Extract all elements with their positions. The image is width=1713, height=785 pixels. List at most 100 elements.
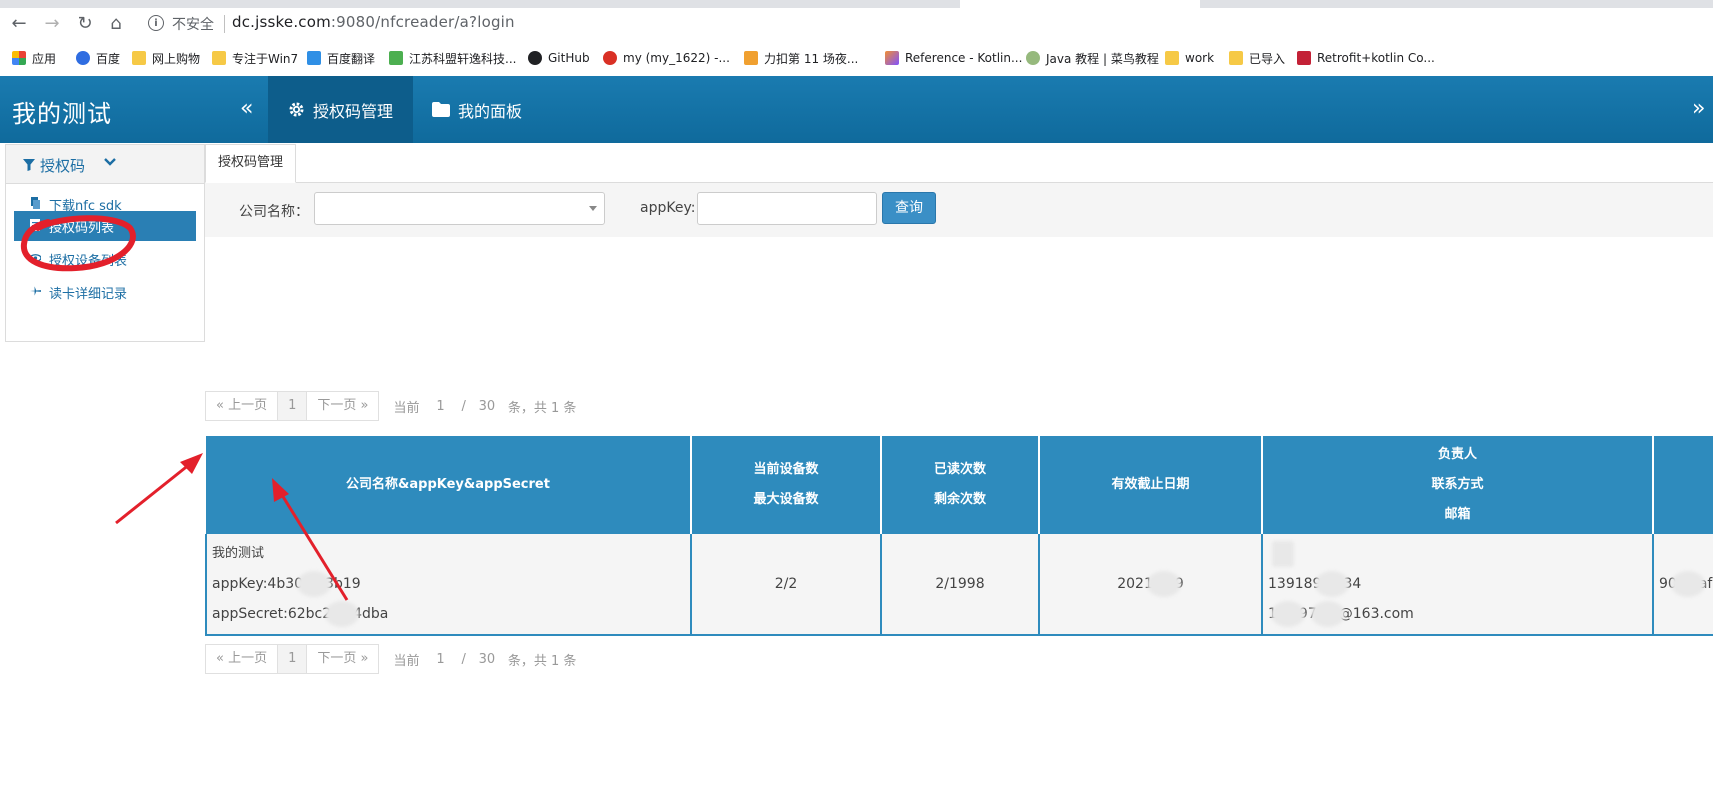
page-number-button[interactable]: 1: [278, 391, 308, 421]
bookmark-imported[interactable]: 已导入: [1229, 49, 1285, 67]
search-bar: 公司名称： appKey: 查询: [205, 183, 1713, 237]
pagination-top: « 上一页 1 下一页 » 当前 1 / 30 条，共 1 条: [205, 391, 580, 421]
collapse-right-icon[interactable]: »: [1692, 96, 1705, 121]
pager-size-input[interactable]: 30: [474, 399, 500, 414]
bookmark-label: 专注于Win7: [232, 51, 299, 66]
email-line: 197@163.com: [1268, 599, 1652, 629]
pager-info: 当前 1 / 30 条，共 1 条: [389, 650, 580, 669]
leetcode-icon: [744, 51, 758, 65]
sidebar-item-read-records[interactable]: 读卡详细记录: [14, 277, 196, 307]
nav-auth-code-management[interactable]: 授权码管理: [268, 76, 413, 143]
tab-auth-code-management[interactable]: 授权码管理: [205, 144, 297, 183]
appsecret-text: appSecret:62bc2: [212, 606, 332, 622]
bookmark-label: 网上购物: [152, 51, 201, 66]
bookmark-win7[interactable]: 专注于Win7: [212, 49, 298, 67]
bookmark-label: 力扣第 11 场夜...: [764, 51, 859, 66]
appkey-label: appKey:: [640, 200, 696, 216]
company-icon: [389, 51, 403, 65]
col-header-expiry: 有效截止日期: [1039, 436, 1263, 534]
table-row[interactable]: 我的测试 appKey:4b30 3b19 appSecret:62bc2 4dba…: [205, 534, 1713, 636]
forward-icon[interactable]: →: [41, 14, 63, 34]
sidebar-item-device-list[interactable]: 授权设备列表: [14, 244, 196, 274]
header-line: 已读次数: [933, 462, 986, 477]
contact-name-line: [1268, 539, 1652, 569]
bookmark-label: work: [1185, 51, 1215, 65]
bookmark-baidu[interactable]: 百度: [76, 49, 120, 67]
pager-current-label: 当前: [393, 653, 420, 669]
reload-icon[interactable]: ↻: [74, 14, 96, 34]
next-page-button[interactable]: 下一页 »: [307, 391, 380, 421]
bookmark-label: my (my_1622) -...: [623, 51, 730, 65]
cell-extra: 90afa: [1653, 534, 1713, 636]
bookmark-shopping[interactable]: 网上购物: [132, 49, 200, 67]
redaction-blur: [1270, 601, 1305, 627]
address-bar-row: ← → ↻ ⌂ i 不安全 dc.jsske.com:9080/nfcreade…: [0, 8, 1713, 40]
redaction-blur: [325, 601, 360, 627]
bookmark-retrofit[interactable]: Retrofit+kotlin Co...: [1297, 49, 1435, 67]
filter-icon: [23, 159, 35, 171]
app-title[interactable]: 我的测试: [12, 94, 112, 129]
header-line: 负责人: [1437, 447, 1477, 462]
bookmark-my[interactable]: my (my_1622) -...: [603, 49, 730, 67]
header-line: 联系方式: [1431, 477, 1484, 492]
sidebar-item-label: 授权码列表: [49, 221, 115, 236]
sidebar: 授权码 下载nfc sdk 授权码列表 授权设备列表 读卡详细记录: [5, 144, 205, 342]
query-button[interactable]: 查询: [882, 192, 936, 224]
pager-info: 当前 1 / 30 条，共 1 条: [389, 397, 580, 416]
bookmark-kotlin[interactable]: Reference - Kotlin...: [885, 49, 1022, 67]
company-name: 我的测试: [212, 546, 265, 561]
bookmark-label: 已导入: [1249, 51, 1286, 66]
redaction-blur: [1310, 601, 1345, 627]
plane-icon: [30, 286, 41, 296]
sidebar-item-auth-list[interactable]: 授权码列表: [14, 211, 196, 241]
bookmark-label: 百度翻译: [327, 51, 376, 66]
folder-icon: [1229, 51, 1243, 65]
home-icon[interactable]: ⌂: [105, 14, 127, 34]
back-icon[interactable]: ←: [8, 14, 30, 34]
bookmark-work[interactable]: work: [1165, 49, 1214, 67]
cell-expiry: 20219: [1039, 534, 1263, 636]
appkey-input[interactable]: [697, 192, 877, 225]
app-header: 我的测试 « 授权码管理 我的面板 »: [0, 76, 1713, 143]
pagination-bottom: « 上一页 1 下一页 » 当前 1 / 30 条，共 1 条: [205, 644, 580, 674]
red-arrow-upper: [115, 453, 203, 525]
bookmark-fanyi[interactable]: 百度翻译: [307, 49, 375, 67]
folder-icon: [1165, 51, 1179, 65]
redaction-blur: [1146, 571, 1181, 597]
collapse-left-icon[interactable]: «: [240, 96, 253, 121]
page-number-button[interactable]: 1: [278, 644, 308, 674]
bookmark-label: 应用: [32, 51, 57, 66]
company-name-select[interactable]: [314, 192, 605, 225]
sidebar-section-header[interactable]: 授权码: [6, 145, 204, 184]
pager-current-input[interactable]: 1: [427, 399, 453, 414]
gear-icon: [289, 102, 304, 117]
site-info-icon[interactable]: i: [148, 15, 164, 31]
next-page-button[interactable]: 下一页 »: [307, 644, 380, 674]
bookmark-apps[interactable]: 应用: [12, 49, 56, 67]
browser-tab-active[interactable]: [960, 0, 1200, 8]
nav-my-panel[interactable]: 我的面板: [420, 76, 522, 143]
prev-page-button[interactable]: « 上一页: [205, 644, 279, 674]
company-name-label: 公司名称：: [239, 204, 309, 220]
content-tab-bar: 授权码管理: [205, 144, 1713, 183]
pager-current-input[interactable]: 1: [427, 652, 453, 667]
url-text[interactable]: dc.jsske.com:9080/nfcreader/a?login: [232, 13, 515, 31]
appsecret-line: appSecret:62bc2 4dba: [212, 599, 690, 629]
bookmarks-bar: 应用 百度 网上购物 专注于Win7 百度翻译 江苏科盟轩逸科技... GitH…: [0, 40, 1713, 77]
list-icon: [30, 219, 40, 231]
bookmark-leetcode[interactable]: 力扣第 11 场夜...: [744, 49, 858, 67]
header-line: 有效截止日期: [1111, 477, 1190, 492]
prev-page-button[interactable]: « 上一页: [205, 391, 279, 421]
bookmark-jiangsu[interactable]: 江苏科盟轩逸科技...: [389, 49, 516, 67]
security-label[interactable]: 不安全: [172, 14, 214, 34]
header-line: 剩余次数: [933, 492, 986, 507]
bookmark-runoob[interactable]: Java 教程 | 菜鸟教程: [1026, 49, 1159, 67]
address-bar[interactable]: i 不安全 dc.jsske.com:9080/nfcreader/a?logi…: [140, 11, 1713, 37]
main-content: 授权码管理 公司名称： appKey: 查询 « 上一页 1 下一页 » 当前 …: [205, 144, 1713, 785]
pager-size-input[interactable]: 30: [474, 652, 500, 667]
pager-total-label: 条，共 1 条: [507, 400, 577, 416]
apps-grid-icon: [12, 51, 26, 65]
redaction-blur: [297, 571, 332, 597]
cell-reads: 2/1998: [881, 534, 1040, 636]
bookmark-github[interactable]: GitHub: [528, 49, 590, 67]
